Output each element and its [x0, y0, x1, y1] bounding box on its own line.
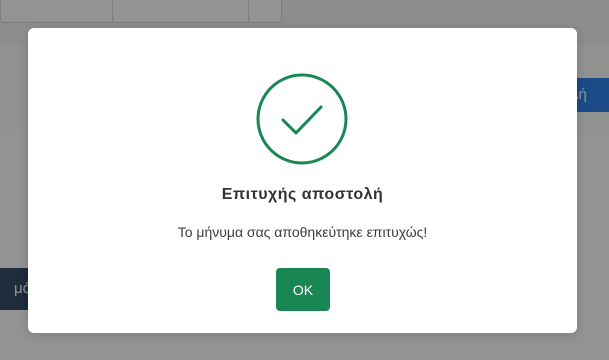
app-screen: λή μό Επιτυχής αποστολή Το μήνυμα σας απ… — [0, 0, 609, 360]
check-circle-icon — [256, 73, 348, 165]
success-dialog: Επιτυχής αποστολή Το μήνυμα σας αποθηκεύ… — [28, 28, 577, 333]
dialog-title: Επιτυχής αποστολή — [221, 186, 384, 203]
dialog-message: Το μήνυμα σας αποθηκεύτηκε επιτυχώς! — [177, 224, 428, 240]
ok-button[interactable]: OK — [276, 268, 330, 311]
